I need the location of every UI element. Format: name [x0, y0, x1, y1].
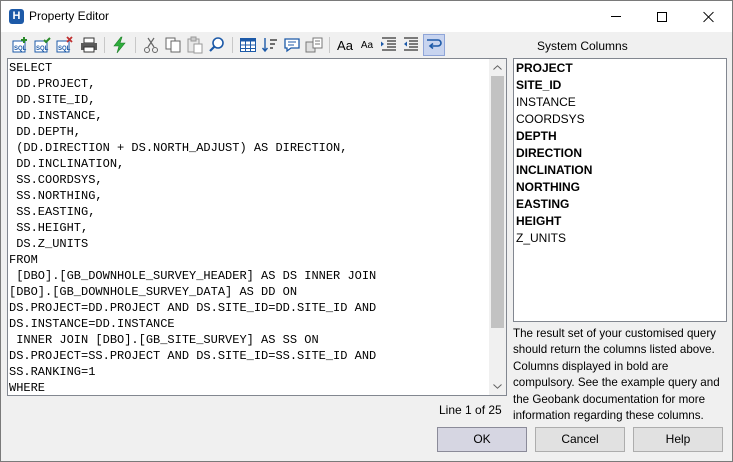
chevron-down-icon: [493, 384, 502, 389]
paste-icon[interactable]: [185, 35, 205, 55]
toolbar-separator: [232, 37, 233, 53]
sql-text[interactable]: SELECT DD.PROJECT, DD.SITE_ID, DD.INSTAN…: [9, 60, 489, 395]
outdent-icon[interactable]: [401, 35, 421, 55]
close-button[interactable]: [686, 1, 732, 32]
sql-line[interactable]: FROM: [9, 252, 489, 268]
window-title: Property Editor: [29, 9, 110, 23]
sql-line[interactable]: DD.INCLINATION,: [9, 156, 489, 172]
grid-icon[interactable]: [238, 35, 258, 55]
sql-line[interactable]: DD.DEPTH,: [9, 124, 489, 140]
svg-text:SQL: SQL: [14, 46, 27, 52]
sql-line[interactable]: DS.Z_UNITS: [9, 236, 489, 252]
indent-icon[interactable]: [379, 35, 399, 55]
word-wrap-icon[interactable]: [423, 34, 445, 56]
editor-scrollbar[interactable]: [489, 59, 506, 395]
sql-line[interactable]: DD.SITE_ID,: [9, 92, 489, 108]
sql-line[interactable]: DD.PROJECT,: [9, 76, 489, 92]
column-item[interactable]: COORDSYS: [516, 111, 585, 128]
add-sql-icon[interactable]: SQL: [11, 35, 31, 55]
svg-text:SQL: SQL: [58, 46, 71, 52]
title-bar: H Property Editor: [1, 1, 732, 32]
column-item[interactable]: HEIGHT: [516, 213, 561, 230]
sql-line[interactable]: DS.INSTANCE=DD.INSTANCE: [9, 316, 489, 332]
column-item[interactable]: DEPTH: [516, 128, 557, 145]
print-icon[interactable]: [79, 35, 99, 55]
sql-line[interactable]: (DD.DIRECTION + DS.NORTH_ADJUST) AS DIRE…: [9, 140, 489, 156]
sql-line[interactable]: SS.HEIGHT,: [9, 220, 489, 236]
sql-line[interactable]: SS.COORDSYS,: [9, 172, 489, 188]
line-indicator: Line 1 of 25: [439, 403, 502, 417]
sql-line[interactable]: SELECT: [9, 60, 489, 76]
sql-line[interactable]: [DBO].[GB_DOWNHOLE_SURVEY_DATA] AS DD ON: [9, 284, 489, 300]
toolbar-separator: [104, 37, 105, 53]
app-icon: H: [9, 9, 24, 24]
execute-icon[interactable]: [110, 35, 130, 55]
sql-line[interactable]: SS.EASTING,: [9, 204, 489, 220]
help-button[interactable]: Help: [633, 427, 723, 452]
column-item[interactable]: INCLINATION: [516, 162, 592, 179]
toolbar: SQL SQL SQL Aa Aa: [9, 33, 509, 57]
close-icon: [703, 11, 715, 23]
sql-line[interactable]: DS.PROJECT=SS.PROJECT AND DS.SITE_ID=SS.…: [9, 348, 489, 364]
toolbar-separator: [329, 37, 330, 53]
column-item[interactable]: SITE_ID: [516, 77, 561, 94]
ok-button[interactable]: OK: [437, 427, 527, 452]
column-item[interactable]: Z_UNITS: [516, 230, 566, 247]
scroll-thumb[interactable]: [491, 76, 504, 328]
check-sql-icon[interactable]: SQL: [33, 35, 53, 55]
sql-line[interactable]: DS.PROJECT=DD.PROJECT AND DS.SITE_ID=DD.…: [9, 300, 489, 316]
font-larger-icon[interactable]: Aa: [335, 35, 355, 55]
column-item[interactable]: NORTHING: [516, 179, 580, 196]
toolbar-separator: [135, 37, 136, 53]
column-item[interactable]: INSTANCE: [516, 94, 576, 111]
maximize-button[interactable]: [639, 1, 685, 32]
sql-line[interactable]: [DBO].[GB_DOWNHOLE_SURVEY_HEADER] AS DS …: [9, 268, 489, 284]
sql-line[interactable]: WHERE: [9, 380, 489, 395]
property-editor-window: H Property Editor SQL SQL SQL Aa Aa Syst…: [0, 0, 733, 462]
chevron-up-icon: [493, 65, 502, 70]
sql-line[interactable]: SS.RANKING=1: [9, 364, 489, 380]
cancel-button[interactable]: Cancel: [535, 427, 625, 452]
remove-sql-icon[interactable]: SQL: [55, 35, 75, 55]
minimize-button[interactable]: [593, 1, 639, 32]
font-smaller-icon[interactable]: Aa: [357, 35, 377, 55]
scroll-up-button[interactable]: [489, 59, 506, 76]
find-icon[interactable]: [207, 35, 227, 55]
sql-line[interactable]: DD.INSTANCE,: [9, 108, 489, 124]
help-text: The result set of your customised query …: [513, 327, 720, 423]
copy-icon[interactable]: [163, 35, 183, 55]
system-columns-title: System Columns: [537, 39, 628, 53]
minimize-icon: [611, 16, 621, 17]
cut-icon[interactable]: [141, 35, 161, 55]
svg-text:SQL: SQL: [36, 46, 49, 52]
comment-icon[interactable]: [282, 35, 302, 55]
sql-editor[interactable]: SELECT DD.PROJECT, DD.SITE_ID, DD.INSTAN…: [7, 58, 507, 396]
scroll-down-button[interactable]: [489, 378, 506, 395]
sql-line[interactable]: INNER JOIN [DBO].[GB_SITE_SURVEY] AS SS …: [9, 332, 489, 348]
system-columns-list[interactable]: PROJECT SITE_ID INSTANCE COORDSYS DEPTH DIREC…: [513, 58, 727, 322]
column-item[interactable]: DIRECTION: [516, 145, 582, 162]
column-item[interactable]: EASTING: [516, 196, 569, 213]
sort-icon[interactable]: [260, 35, 280, 55]
column-item[interactable]: PROJECT: [516, 60, 573, 77]
layout-icon[interactable]: [304, 35, 324, 55]
sql-line[interactable]: SS.NORTHING,: [9, 188, 489, 204]
maximize-icon: [657, 11, 667, 22]
